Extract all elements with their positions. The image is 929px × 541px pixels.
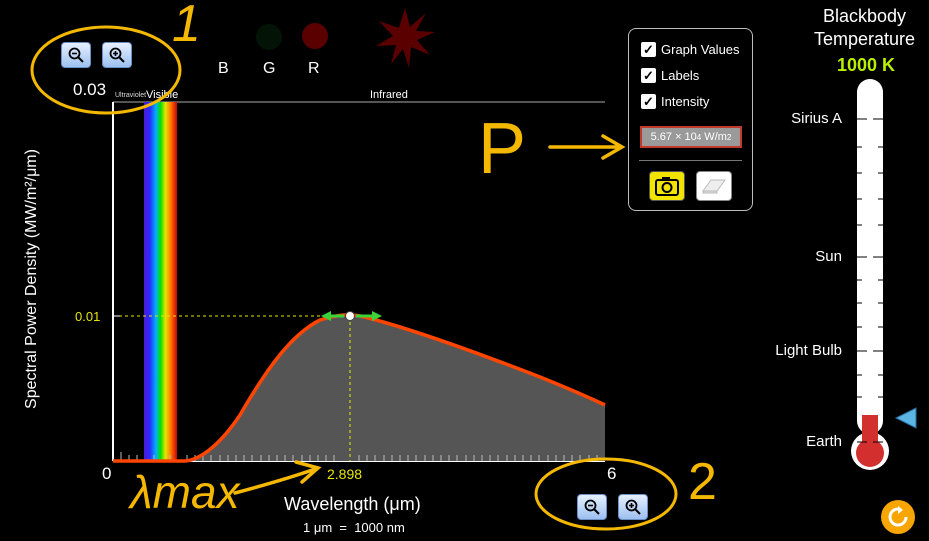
annotation-one: 1 [172, 0, 201, 53]
annotation-p: P [478, 109, 527, 189]
annotation-lambda-max: λmax [130, 466, 240, 518]
annotation-arrow-lambda [233, 460, 322, 495]
handwritten-annotations [30, 25, 678, 531]
annotation-circle-top-left [30, 25, 182, 115]
annotation-two: 2 [688, 453, 717, 511]
annotation-arrow-p [548, 134, 626, 160]
annotation-circle-bottom [534, 457, 678, 531]
